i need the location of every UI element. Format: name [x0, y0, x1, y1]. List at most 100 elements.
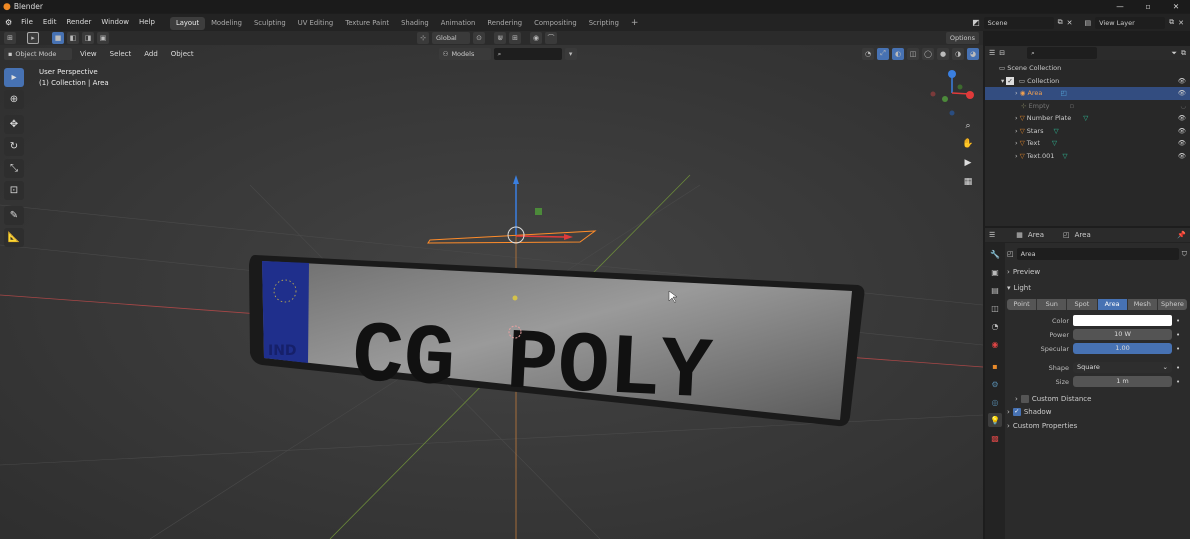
select-mode-subtract-icon[interactable]: ◨: [82, 32, 94, 44]
select-mode-intersect-icon[interactable]: ▣: [97, 32, 109, 44]
scene-tab-icon[interactable]: ◔: [988, 319, 1002, 333]
panel-preview-header[interactable]: › Preview: [1007, 268, 1187, 276]
menu-render[interactable]: Render: [61, 14, 96, 31]
shape-dropdown[interactable]: Square ⌄: [1073, 362, 1172, 373]
eye-icon[interactable]: 👁: [1178, 137, 1186, 150]
orientation-dropdown[interactable]: Global: [432, 32, 470, 44]
menu-edit[interactable]: Edit: [38, 14, 62, 31]
cursor-tool-icon[interactable]: ⊕: [4, 90, 24, 109]
camera-icon[interactable]: ▶: [960, 158, 976, 177]
tab-animation[interactable]: Animation: [435, 17, 482, 30]
scene-new-icon[interactable]: ⧉: [1058, 18, 1063, 27]
scene-remove-icon[interactable]: ✕: [1067, 19, 1073, 27]
light-datablock-icon[interactable]: ◰: [1007, 250, 1014, 258]
object-mode-dropdown[interactable]: ▪ Object Mode: [4, 47, 72, 60]
view-layer-new-icon[interactable]: ⧉: [1169, 18, 1174, 27]
properties-editor-icon[interactable]: ☰: [989, 231, 995, 239]
outliner-search-input[interactable]: ⌕: [1027, 47, 1098, 59]
shading-wireframe-icon[interactable]: ◯: [922, 47, 934, 60]
overlay-icon[interactable]: ◐: [892, 47, 904, 60]
options-button[interactable]: Options: [945, 32, 979, 44]
viewport-menu-select[interactable]: Select: [105, 48, 137, 60]
world-tab-icon[interactable]: ◉: [988, 337, 1002, 351]
panel-shadow-header[interactable]: › ✓ Shadow: [1007, 408, 1187, 416]
panel-custom-distance-header[interactable]: › Custom Distance: [1007, 395, 1187, 403]
blender-menu-icon[interactable]: ⚙: [5, 18, 12, 27]
select-mode-new-icon[interactable]: ■: [52, 32, 64, 44]
output-tab-icon[interactable]: ▤: [988, 283, 1002, 297]
viewport-menu-add[interactable]: Add: [139, 48, 163, 60]
light-type-sun[interactable]: Sun: [1037, 299, 1068, 310]
annotate-tool-icon[interactable]: ✎: [4, 206, 24, 225]
collection-checkbox-icon[interactable]: ✓: [1006, 76, 1014, 85]
nav-neg-y-icon[interactable]: [957, 84, 963, 90]
nav-z-icon[interactable]: [948, 70, 956, 78]
object-tab-icon[interactable]: ▪: [988, 359, 1002, 373]
tab-texture-paint[interactable]: Texture Paint: [339, 17, 395, 30]
pan-hand-icon[interactable]: ✋: [960, 139, 976, 158]
eye-icon[interactable]: 👁: [1178, 150, 1186, 163]
expand-row-icon[interactable]: ›: [1015, 89, 1018, 97]
modifier-tab-icon[interactable]: ⚙: [988, 377, 1002, 391]
keyframe-dot-icon[interactable]: •: [1176, 378, 1180, 386]
expand-row-icon[interactable]: ›: [1015, 127, 1018, 135]
3d-viewport[interactable]: IND CG POLY User Perspective (1) Collect…: [0, 45, 983, 539]
select-mode-extend-icon[interactable]: ◧: [67, 32, 79, 44]
light-type-area[interactable]: Area: [1097, 299, 1128, 310]
tab-modeling[interactable]: Modeling: [205, 17, 248, 30]
snap-target-icon[interactable]: ⊞: [509, 32, 521, 44]
eye-icon[interactable]: 👁: [1178, 75, 1186, 88]
outliner-row-number-plate[interactable]: › ▽ Number Plate ▽ 👁: [985, 112, 1190, 125]
pivot-icon[interactable]: ⊙: [473, 32, 485, 44]
tab-shading[interactable]: Shading: [395, 17, 435, 30]
viewport-menu-object[interactable]: Object: [166, 48, 199, 60]
outliner-row-stars[interactable]: › ▽ Stars ▽ 👁: [985, 125, 1190, 138]
custom-distance-checkbox[interactable]: [1020, 395, 1029, 403]
panel-custom-properties-header[interactable]: › Custom Properties: [1007, 422, 1187, 430]
measure-tool-icon[interactable]: 📐: [4, 228, 24, 247]
light-type-spot[interactable]: Spot: [1067, 299, 1098, 310]
editor-type-icon[interactable]: ⊞: [4, 32, 16, 44]
scene-selector[interactable]: Scene: [983, 16, 1054, 29]
light-type-point[interactable]: Point: [1007, 299, 1038, 310]
texture-tab-icon[interactable]: ▩: [988, 431, 1002, 445]
color-swatch[interactable]: [1073, 315, 1172, 326]
outliner-row-text-001[interactable]: › ▽ Text.001 ▽ 👁: [985, 150, 1190, 163]
light-type-mesh[interactable]: Mesh: [1127, 299, 1158, 310]
outliner-row-empty[interactable]: ⊹ Empty ▫ ◡: [985, 100, 1190, 113]
outliner-filter-icon[interactable]: ⏷: [1171, 49, 1177, 58]
scale-tool-icon[interactable]: ⤡: [4, 159, 24, 178]
shadow-checkbox[interactable]: ✓: [1012, 408, 1021, 416]
rotate-tool-icon[interactable]: ↻: [4, 137, 24, 156]
expand-row-icon[interactable]: ›: [1015, 152, 1018, 160]
transform-tool-icon[interactable]: ⊡: [4, 181, 24, 200]
size-field[interactable]: 1 m: [1073, 376, 1172, 387]
viewport-menu-view[interactable]: View: [75, 48, 102, 60]
light-type-sphere[interactable]: Sphere: [1157, 299, 1187, 310]
tab-scripting[interactable]: Scripting: [583, 17, 625, 30]
tab-rendering[interactable]: Rendering: [481, 17, 528, 30]
shading-rendered-icon[interactable]: ◕: [967, 47, 979, 60]
outliner-row-area[interactable]: › ◉ Area ◰ 👁: [985, 87, 1190, 100]
maximize-icon[interactable]: ▫: [1134, 2, 1162, 11]
outliner-editor-icon[interactable]: ☰: [989, 49, 995, 57]
viewport-search-input[interactable]: ⌕: [493, 47, 562, 60]
keyframe-dot-icon[interactable]: •: [1176, 364, 1180, 372]
falloff-icon[interactable]: ⌒: [545, 32, 557, 44]
outliner-row-collection[interactable]: ▾ ✓ ▭ Collection 👁: [985, 75, 1190, 88]
tool-tab-icon[interactable]: 🔧: [988, 247, 1002, 261]
tab-layout[interactable]: Layout: [169, 17, 206, 30]
menu-file[interactable]: File: [16, 14, 38, 31]
physics-tab-icon[interactable]: ◎: [988, 395, 1002, 409]
xray-icon[interactable]: ◫: [907, 47, 919, 60]
menu-window[interactable]: Window: [96, 14, 134, 31]
visibility-icon[interactable]: ◔: [862, 47, 874, 60]
display-mode-icon[interactable]: ⊟: [999, 49, 1005, 57]
menu-help[interactable]: Help: [134, 14, 160, 31]
nav-y-icon[interactable]: [942, 96, 948, 102]
keyframe-dot-icon[interactable]: •: [1176, 345, 1180, 353]
tab-compositing[interactable]: Compositing: [528, 17, 583, 30]
nav-neg-x-icon[interactable]: [930, 91, 936, 97]
tab-uv-editing[interactable]: UV Editing: [292, 17, 339, 30]
snap-icon[interactable]: ⋓: [494, 32, 506, 44]
